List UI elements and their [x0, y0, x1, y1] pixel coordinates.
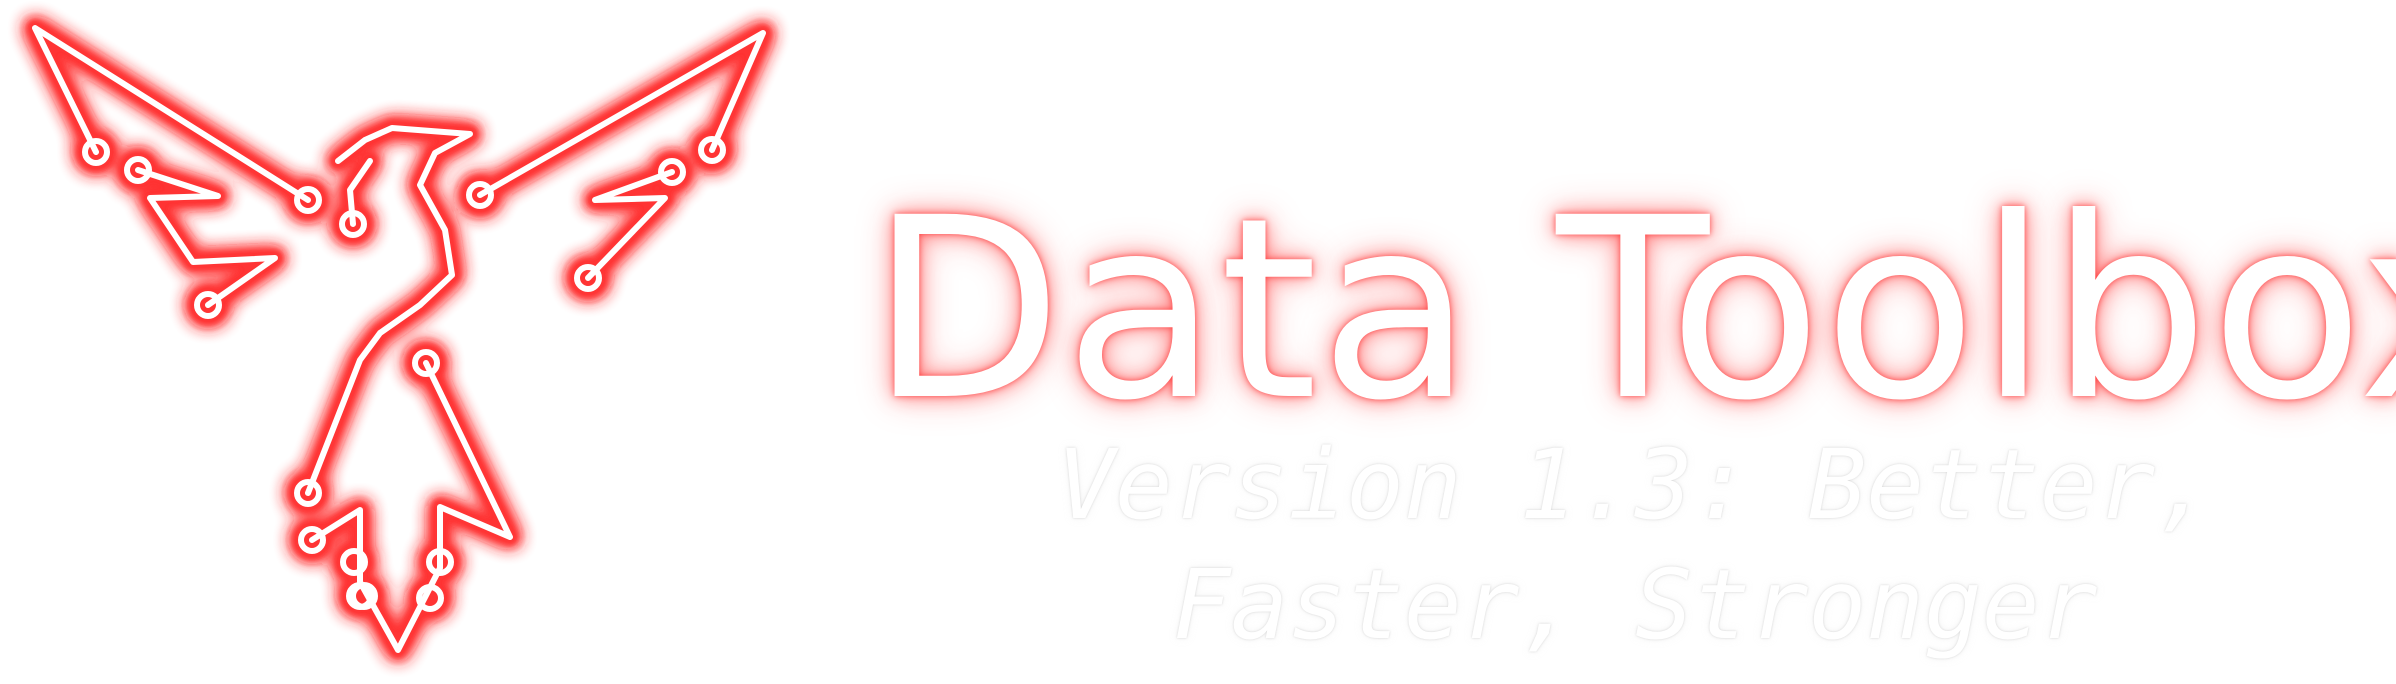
version-subtitle: Version 1.3: Better, Faster, Stronger — [1057, 429, 2213, 661]
circuit-phoenix-icon — [0, 0, 800, 684]
logo — [0, 0, 800, 684]
app-title: Data Toolbox — [870, 164, 2396, 455]
